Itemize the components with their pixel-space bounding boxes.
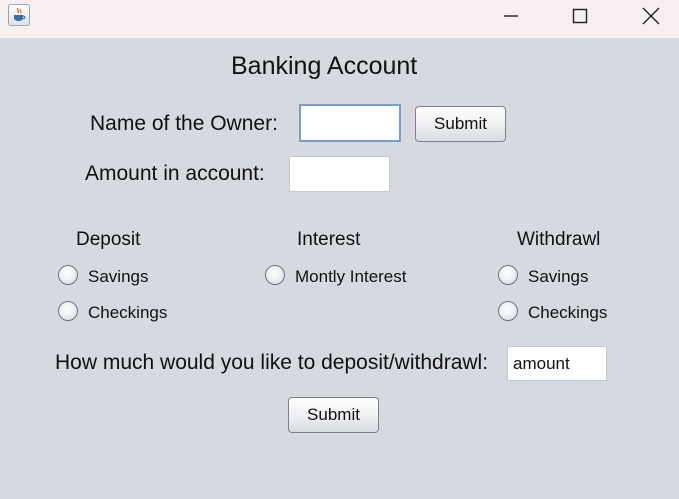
transaction-amount-input[interactable] [507,346,607,381]
transaction-submit-button[interactable]: Submit [288,397,379,433]
withdrawl-savings-radio[interactable] [498,265,518,285]
page-title: Banking Account [231,52,418,80]
deposit-savings-label[interactable]: Savings [88,267,148,287]
transaction-amount-label: How much would you like to deposit/withd… [55,351,489,374]
owner-name-label: Name of the Owner: [90,112,278,135]
close-icon [642,7,660,25]
maximize-icon [572,8,588,24]
monthly-interest-radio[interactable] [265,265,285,285]
amount-in-account-label: Amount in account: [85,162,265,185]
withdrawl-checkings-label[interactable]: Checkings [528,303,607,323]
deposit-savings-radio[interactable] [58,265,78,285]
deposit-heading: Deposit [76,229,141,250]
java-cup-icon[interactable] [8,4,30,26]
deposit-checkings-radio[interactable] [58,301,78,321]
minimize-button[interactable] [488,0,534,32]
interest-heading: Interest [297,229,361,250]
maximize-button[interactable] [557,0,603,32]
title-bar [0,0,679,38]
owner-name-input[interactable] [299,104,401,142]
deposit-checkings-label[interactable]: Checkings [88,303,167,323]
monthly-interest-label[interactable]: Montly Interest [295,267,407,287]
form-panel: Banking Account Name of the Owner: Submi… [0,38,679,499]
withdrawl-checkings-radio[interactable] [498,301,518,321]
owner-submit-button[interactable]: Submit [415,106,506,142]
close-button[interactable] [628,0,674,32]
amount-in-account-input[interactable] [289,156,390,192]
minimize-icon [504,15,518,17]
withdrawl-savings-label[interactable]: Savings [528,267,588,287]
withdrawl-heading: Withdrawl [517,229,601,250]
